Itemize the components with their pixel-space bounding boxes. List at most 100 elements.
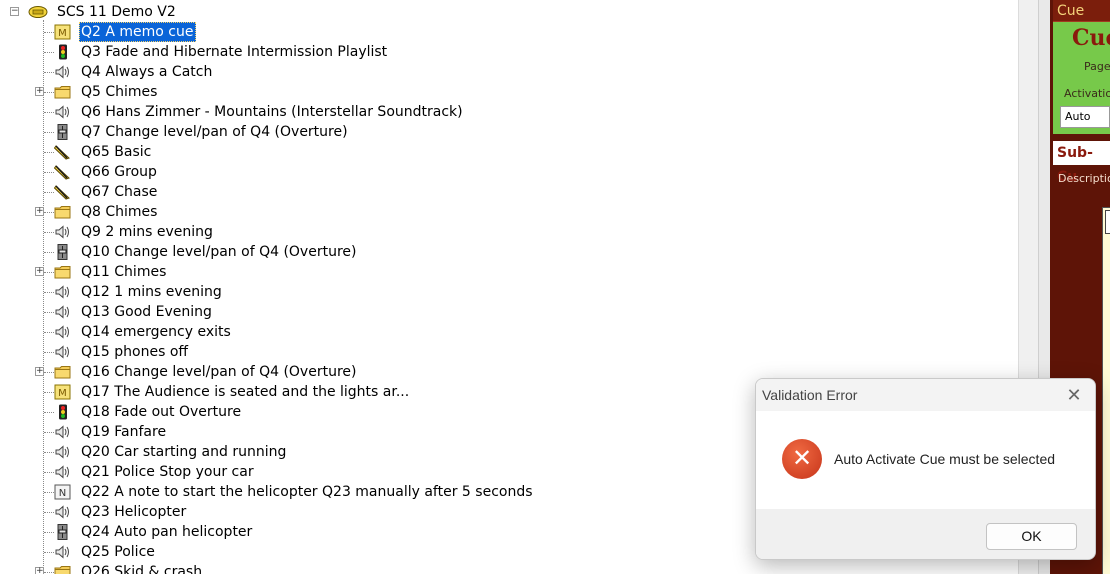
tree-root[interactable]: − SCS 11 Demo V2 xyxy=(0,2,1010,22)
svg-text:N: N xyxy=(59,488,66,499)
tree-row[interactable]: M Q2 A memo cue xyxy=(0,22,1010,42)
fader-icon xyxy=(54,524,71,540)
tree-connector xyxy=(44,312,54,313)
tree-connector xyxy=(44,372,54,373)
cue-label: Q65 Basic xyxy=(81,144,152,160)
tree-connector xyxy=(44,552,54,553)
dialog-message: Auto Activate Cue must be selected xyxy=(834,451,1056,467)
tree-connector xyxy=(44,32,54,33)
cue-heading: Cue xyxy=(1072,25,1110,51)
tree-connector xyxy=(44,272,54,273)
tree-row[interactable]: + Q5 Chimes xyxy=(0,82,1010,102)
lighting-icon xyxy=(53,184,71,200)
tree-connector xyxy=(44,392,54,393)
cue-label: Q7 Change level/pan of Q4 (Overture) xyxy=(81,124,348,140)
speaker-icon xyxy=(54,324,71,340)
cue-label: Q4 Always a Catch xyxy=(81,64,213,80)
tree-connector xyxy=(44,152,54,153)
cue-label: Q13 Good Evening xyxy=(81,304,212,320)
tree-connector xyxy=(44,452,54,453)
tree-row[interactable]: Q10 Change level/pan of Q4 (Overture) xyxy=(0,242,1010,262)
dialog-titlebar: Validation Error ✕ xyxy=(756,379,1095,411)
cue-label: Q16 Change level/pan of Q4 (Overture) xyxy=(81,364,357,380)
cue-label: Q22 A note to start the helicopter Q23 m… xyxy=(81,484,533,500)
sub-cue-header: Sub-Cu xyxy=(1053,141,1110,185)
expand-toggle[interactable]: + xyxy=(35,367,44,376)
dialog-title: Validation Error xyxy=(762,387,858,403)
tree-connector xyxy=(44,252,54,253)
cue-label: Q6 Hans Zimmer - Mountains (Interstellar… xyxy=(81,104,463,120)
expand-toggle[interactable]: + xyxy=(35,207,44,216)
description-field[interactable] xyxy=(1105,210,1110,234)
tree-connector xyxy=(44,192,54,193)
tree-row[interactable]: Q4 Always a Catch xyxy=(0,62,1010,82)
traffic-light-icon xyxy=(54,44,71,60)
tree-connector xyxy=(44,232,54,233)
cue-label: Q18 Fade out Overture xyxy=(81,404,242,420)
tree-row[interactable]: Q13 Good Evening xyxy=(0,302,1010,322)
ok-button[interactable]: OK xyxy=(986,523,1077,550)
description-area xyxy=(1102,207,1110,574)
tree-connector xyxy=(44,492,54,493)
tree-row[interactable]: + Q26 Skid & crash xyxy=(0,562,1010,574)
memo-icon: M xyxy=(54,24,71,40)
cue-label: Q19 Fanfare xyxy=(81,424,167,440)
validation-error-dialog: Validation Error ✕ ✕ Auto Activate Cue m… xyxy=(755,378,1096,560)
tree-row[interactable]: Q14 emergency exits xyxy=(0,322,1010,342)
cue-label: Q8 Chimes xyxy=(81,204,158,220)
tree-row[interactable]: Q3 Fade and Hibernate Intermission Playl… xyxy=(0,42,1010,62)
note-icon: N xyxy=(54,484,71,500)
tree-row[interactable]: Q6 Hans Zimmer - Mountains (Interstellar… xyxy=(0,102,1010,122)
speaker-icon xyxy=(54,424,71,440)
folder-icon xyxy=(54,564,71,574)
expand-toggle[interactable]: + xyxy=(35,87,44,96)
production-icon xyxy=(28,5,48,21)
fader-icon xyxy=(54,124,71,140)
svg-text:M: M xyxy=(58,28,67,39)
expand-toggle[interactable]: + xyxy=(35,567,44,574)
cue-label: Q3 Fade and Hibernate Intermission Playl… xyxy=(81,44,388,60)
cue-label: Q23 Helicopter xyxy=(81,504,187,520)
tree-row[interactable]: Q15 phones off xyxy=(0,342,1010,362)
description-label: Description xyxy=(1058,172,1110,185)
tree-connector xyxy=(44,472,54,473)
tree-root-label: SCS 11 Demo V2 xyxy=(57,4,176,20)
cue-label: Q21 Police Stop your car xyxy=(81,464,254,480)
tree-row[interactable]: Q66 Group xyxy=(0,162,1010,182)
tree-connector xyxy=(44,332,54,333)
speaker-icon xyxy=(54,304,71,320)
folder-icon xyxy=(54,204,71,220)
cue-label: Q17 The Audience is seated and the light… xyxy=(81,384,410,400)
speaker-icon xyxy=(54,464,71,480)
tree-connector xyxy=(44,572,54,573)
tree-row[interactable]: Q9 2 mins evening xyxy=(0,222,1010,242)
tree-connector xyxy=(44,172,54,173)
speaker-icon xyxy=(54,64,71,80)
speaker-icon xyxy=(54,544,71,560)
tree-row[interactable]: Q12 1 mins evening xyxy=(0,282,1010,302)
cue-label: Q24 Auto pan helicopter xyxy=(81,524,253,540)
cue-label: Q2 A memo cue xyxy=(79,22,196,42)
folder-icon xyxy=(54,264,71,280)
tree-row[interactable]: + Q8 Chimes xyxy=(0,202,1010,222)
tree-connector xyxy=(44,512,54,513)
expand-toggle[interactable]: + xyxy=(35,267,44,276)
cue-properties-tab[interactable]: Cue Pro xyxy=(1053,0,1110,41)
cue-label: Q14 emergency exits xyxy=(81,324,231,340)
dialog-body: ✕ Auto Activate Cue must be selected xyxy=(756,411,1095,509)
tree-row[interactable]: Q65 Basic xyxy=(0,142,1010,162)
activation-select[interactable]: Auto Sta xyxy=(1060,106,1110,128)
tree-row[interactable]: Q67 Chase xyxy=(0,182,1010,202)
error-icon: ✕ xyxy=(782,439,822,479)
tree-row[interactable]: Q7 Change level/pan of Q4 (Overture) xyxy=(0,122,1010,142)
close-icon[interactable]: ✕ xyxy=(1063,385,1085,405)
cue-label: Q9 2 mins evening xyxy=(81,224,213,240)
svg-text:M: M xyxy=(58,388,67,399)
collapse-toggle[interactable]: − xyxy=(10,7,19,16)
tree-row[interactable]: + Q11 Chimes xyxy=(0,262,1010,282)
folder-icon xyxy=(54,364,71,380)
tree-connector xyxy=(44,112,54,113)
activation-label: Activation xyxy=(1064,87,1110,100)
tree-connector xyxy=(44,412,54,413)
cue-label: Q5 Chimes xyxy=(81,84,158,100)
